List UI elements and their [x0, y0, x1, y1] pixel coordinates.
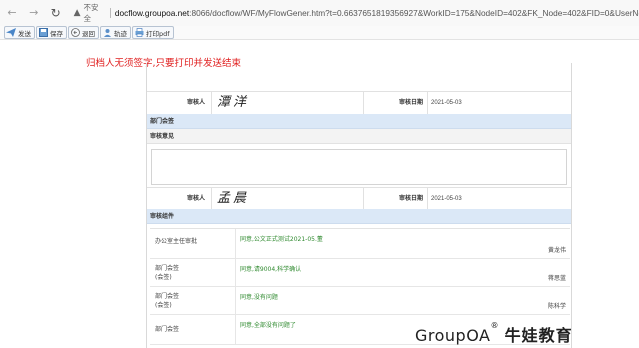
dept-note: (会签) [155, 302, 172, 309]
divider [109, 8, 111, 18]
url-field[interactable]: docflow.groupoa.net:8066/docflow/WF/MyFl… [115, 8, 639, 18]
save-icon [38, 28, 48, 38]
review-date: 2021-05-03 [431, 100, 462, 106]
section-review-component: 审核组件 [147, 209, 571, 224]
registered-mark: ® [490, 321, 499, 330]
section-dept-countersign: 部门会签 [147, 114, 571, 129]
row-dept: 部门会签 (会签) [155, 264, 179, 282]
row-signer: 陈科学 [547, 303, 566, 310]
divider [235, 259, 236, 286]
track-label: 轨迹 [114, 29, 127, 38]
approval-form: 审核人 潭洋 审核日期 2021-05-03 部门会签 审核意见 审核人 孟晨 … [146, 63, 572, 348]
return-label: 退回 [82, 29, 95, 38]
print-pdf-button[interactable]: 打印pdf [132, 26, 174, 39]
table-row: 部门会签 (会签) 同意,请9004,科学确认 蒋思蓝 [150, 259, 570, 287]
printer-icon [134, 28, 144, 38]
divider [211, 188, 212, 210]
row-dept: 办公室主任审批 [155, 237, 197, 246]
forward-arrow-icon[interactable]: → [26, 5, 42, 21]
row-dept: 部门会签 [155, 325, 179, 334]
reviewer-row: 审核人 潭洋 审核日期 2021-05-03 [147, 91, 571, 115]
review-date-label: 审核日期 [398, 99, 423, 106]
return-icon [70, 28, 80, 38]
brand-cn: 牛娃教育 [504, 326, 573, 345]
brand-name: GroupOA [415, 326, 491, 345]
url-path: :8066/docflow/WF/MyFlowGener.htm?t=0.663… [189, 8, 639, 18]
security-status[interactable]: 不安全 [84, 2, 106, 24]
row-opinion: 同意,全部没有问题了 [240, 322, 296, 329]
review-component-table: 办公室主任审批 同意,公文正式测试2021-05.董 黄龙伟 部门会签 (会签) … [150, 228, 570, 345]
send-label: 发送 [18, 29, 31, 38]
review-opinion-textarea[interactable] [151, 149, 567, 185]
back-arrow-icon[interactable]: ← [4, 5, 20, 21]
brand-watermark: GroupOA® 牛娃教育 [415, 321, 573, 346]
reviewer-label: 审核人 [186, 99, 205, 106]
reviewer-signature: 潭洋 [217, 95, 250, 110]
reload-icon[interactable]: ↻ [48, 5, 64, 21]
divider [235, 315, 236, 344]
dept-name: 部门会签 [155, 293, 180, 300]
form-toolbar: 发送 保存 退回 轨迹 打印pdf [0, 26, 639, 40]
review-date: 2021-05-03 [431, 196, 462, 202]
row-opinion: 同意,公文正式测试2021-05.董 [240, 236, 323, 243]
track-button[interactable]: 轨迹 [100, 26, 131, 39]
warning-icon[interactable]: ▲ [74, 8, 81, 18]
divider [427, 92, 428, 114]
address-bar: ← → ↻ ▲ 不安全 docflow.groupoa.net:8066/doc… [0, 0, 639, 26]
return-button[interactable]: 退回 [68, 26, 99, 39]
row-signer: 蒋思蓝 [547, 275, 566, 282]
dept-name: 办公室主任审批 [155, 238, 198, 245]
row-opinion: 同意,请9004,科学确认 [240, 266, 302, 273]
table-row: 部门会签 (会签) 同意,没有问题 陈科学 [150, 287, 570, 315]
send-icon [6, 28, 16, 38]
reviewer-label: 审核人 [186, 195, 205, 202]
save-label: 保存 [50, 29, 63, 38]
row-dept: 部门会签 (会签) [155, 292, 179, 310]
reviewer-signature: 孟晨 [217, 191, 250, 206]
divider [235, 229, 236, 258]
print-pdf-label: 打印pdf [146, 29, 170, 38]
divider [427, 188, 428, 210]
divider [235, 287, 236, 314]
reviewer-row: 审核人 孟晨 审核日期 2021-05-03 [147, 187, 571, 211]
dept-note: (会签) [155, 274, 172, 281]
row-signer: 黄龙伟 [547, 247, 566, 254]
url-host: docflow.groupoa.net [114, 8, 190, 18]
dept-name: 部门会签 [155, 265, 180, 272]
save-button[interactable]: 保存 [36, 26, 67, 39]
section-review-opinion: 审核意见 [147, 129, 571, 144]
table-row: 办公室主任审批 同意,公文正式测试2021-05.董 黄龙伟 [150, 229, 570, 259]
review-date-label: 审核日期 [398, 195, 423, 202]
person-icon [102, 28, 112, 38]
send-button[interactable]: 发送 [4, 26, 35, 39]
row-opinion: 同意,没有问题 [240, 294, 278, 301]
dept-name: 部门会签 [155, 326, 180, 333]
divider [211, 92, 212, 114]
